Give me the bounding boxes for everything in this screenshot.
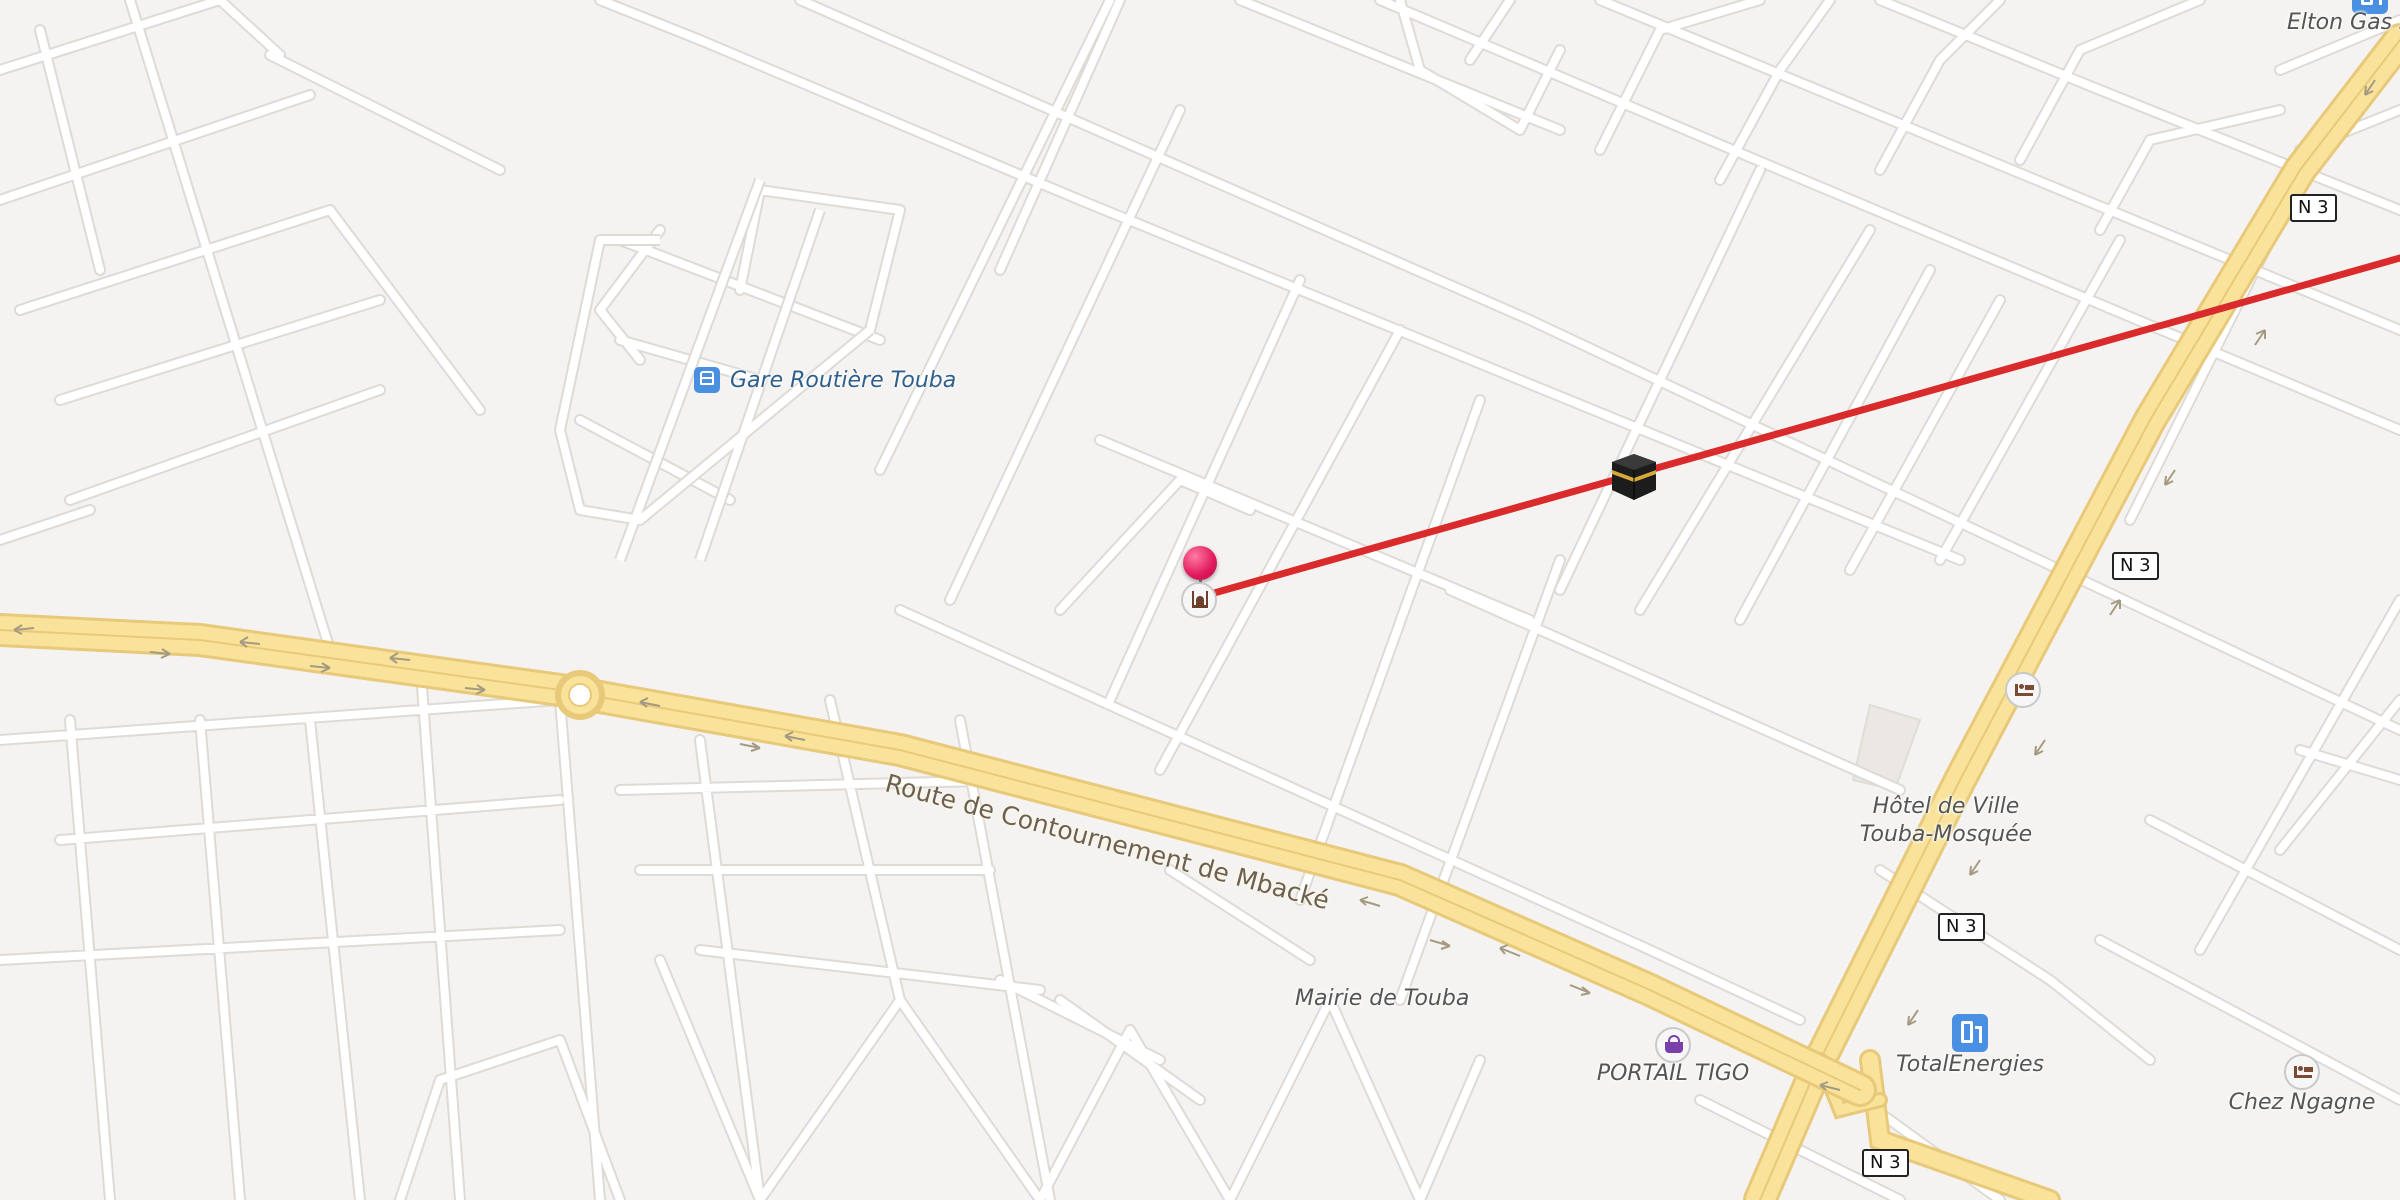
town-hall-label-line1[interactable]: Hôtel de Ville [1873, 794, 2020, 819]
gas-station-label[interactable]: Elton Gas s [2287, 10, 2400, 35]
route-shield-n3: N 3 [1862, 1149, 1909, 1177]
route-shield-n3: N 3 [1938, 913, 1985, 941]
bed-icon[interactable] [2005, 672, 2041, 708]
map-view[interactable]: Gare Routière Touba Route de Contourneme… [0, 0, 2400, 1200]
shopping-basket-icon[interactable] [1655, 1027, 1691, 1063]
bus-station-label[interactable]: Gare Routière Touba [730, 368, 956, 393]
route-shield-n3: N 3 [2290, 194, 2337, 222]
hotel-label[interactable]: Chez Ngagne [2229, 1090, 2376, 1115]
bus-icon[interactable] [694, 367, 720, 393]
mosque-icon[interactable] [1181, 582, 1217, 618]
route-shield-n3: N 3 [2112, 552, 2159, 580]
town-hall-label-line2[interactable]: Touba-Mosquée [1860, 822, 2032, 847]
fuel-station-label[interactable]: TotalEnergies [1896, 1052, 2044, 1077]
mairie-label[interactable]: Mairie de Touba [1295, 986, 1469, 1011]
bed-icon[interactable] [2284, 1054, 2320, 1090]
fuel-pump-icon[interactable] [1952, 1014, 1988, 1052]
shop-label[interactable]: PORTAIL TIGO [1597, 1061, 1749, 1086]
kaaba-icon[interactable] [1608, 450, 1660, 502]
location-pin-icon[interactable] [1183, 546, 1217, 580]
